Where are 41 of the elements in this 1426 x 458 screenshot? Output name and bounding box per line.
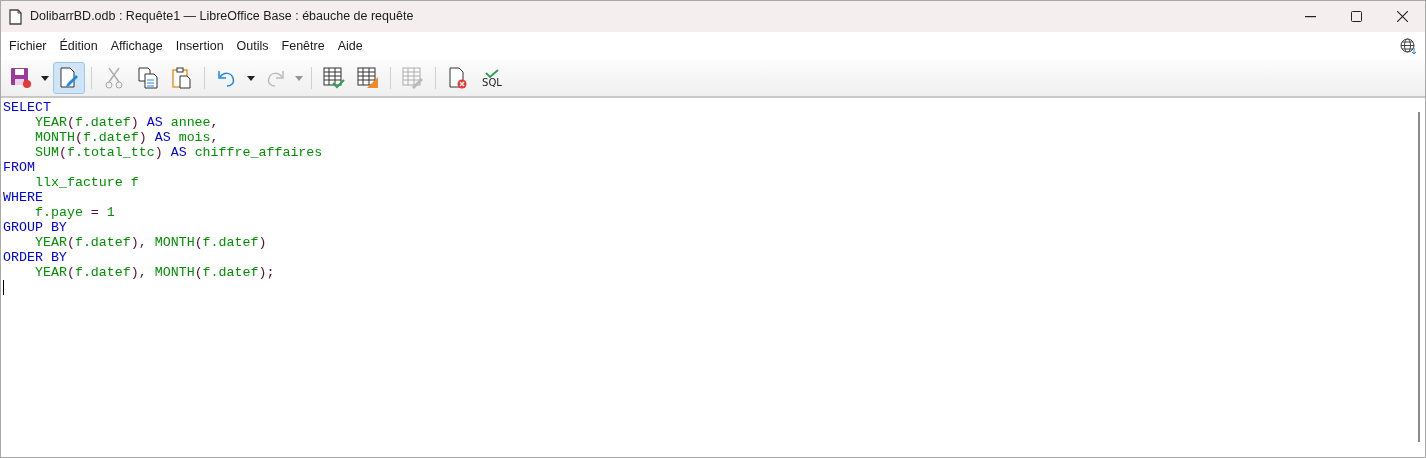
menu-item[interactable]: Insertion <box>170 34 232 58</box>
code-line: FROM <box>3 160 35 175</box>
table-check-icon <box>323 67 345 89</box>
copy-icon <box>138 67 158 89</box>
menu-item[interactable]: Outils <box>231 34 277 58</box>
menu-item[interactable]: Fichier <box>4 34 55 58</box>
code-line: SUM(f.total_ttc) AS chiffre_affaires <box>34 145 323 160</box>
redo-icon <box>265 68 285 88</box>
code-line: MONTH(f.datef) AS mois, <box>34 130 219 145</box>
globe-icon[interactable] <box>1400 37 1417 55</box>
code-line: SELECT <box>3 100 51 115</box>
edit-document-button[interactable] <box>53 62 85 94</box>
menu-item[interactable]: Aide <box>332 34 371 58</box>
scrollbar-thumb[interactable] <box>1417 112 1420 442</box>
document-delete-icon <box>448 67 468 89</box>
code-line: WHERE <box>3 190 43 205</box>
check-icon <box>485 68 499 78</box>
close-icon <box>1396 11 1408 22</box>
undo-icon <box>217 68 237 88</box>
text-cursor <box>3 280 4 295</box>
document-icon <box>9 8 22 25</box>
maximize-icon <box>1350 11 1362 22</box>
minimize-icon <box>1304 15 1316 18</box>
sql-button[interactable]: SQL <box>476 62 508 94</box>
clipboard-icon <box>172 67 192 89</box>
edit-document-icon <box>59 67 79 89</box>
menu-item[interactable]: Affichage <box>105 34 171 58</box>
window-title: DolibarrBD.odb : Requête1 — LibreOffice Base : ébauche de requête <box>30 8 415 26</box>
code-line: GROUP BY <box>3 220 67 235</box>
menu-item[interactable]: Fenêtre <box>276 34 333 58</box>
code-line: YEAR(f.datef) AS annee, <box>34 115 219 130</box>
code-line: ORDER BY <box>3 250 67 265</box>
code-line: llx_facture f <box>34 175 139 190</box>
menu-item[interactable]: Édition <box>54 34 106 58</box>
code-line: YEAR(f.datef), MONTH(f.datef); <box>34 265 275 280</box>
table-design-icon <box>357 67 379 89</box>
code-line: YEAR(f.datef), MONTH(f.datef) <box>34 235 267 250</box>
save-icon <box>10 67 32 89</box>
table-edit-icon <box>402 67 424 89</box>
code-line: f.paye = 1 <box>34 205 115 220</box>
scissors-icon <box>104 67 124 89</box>
